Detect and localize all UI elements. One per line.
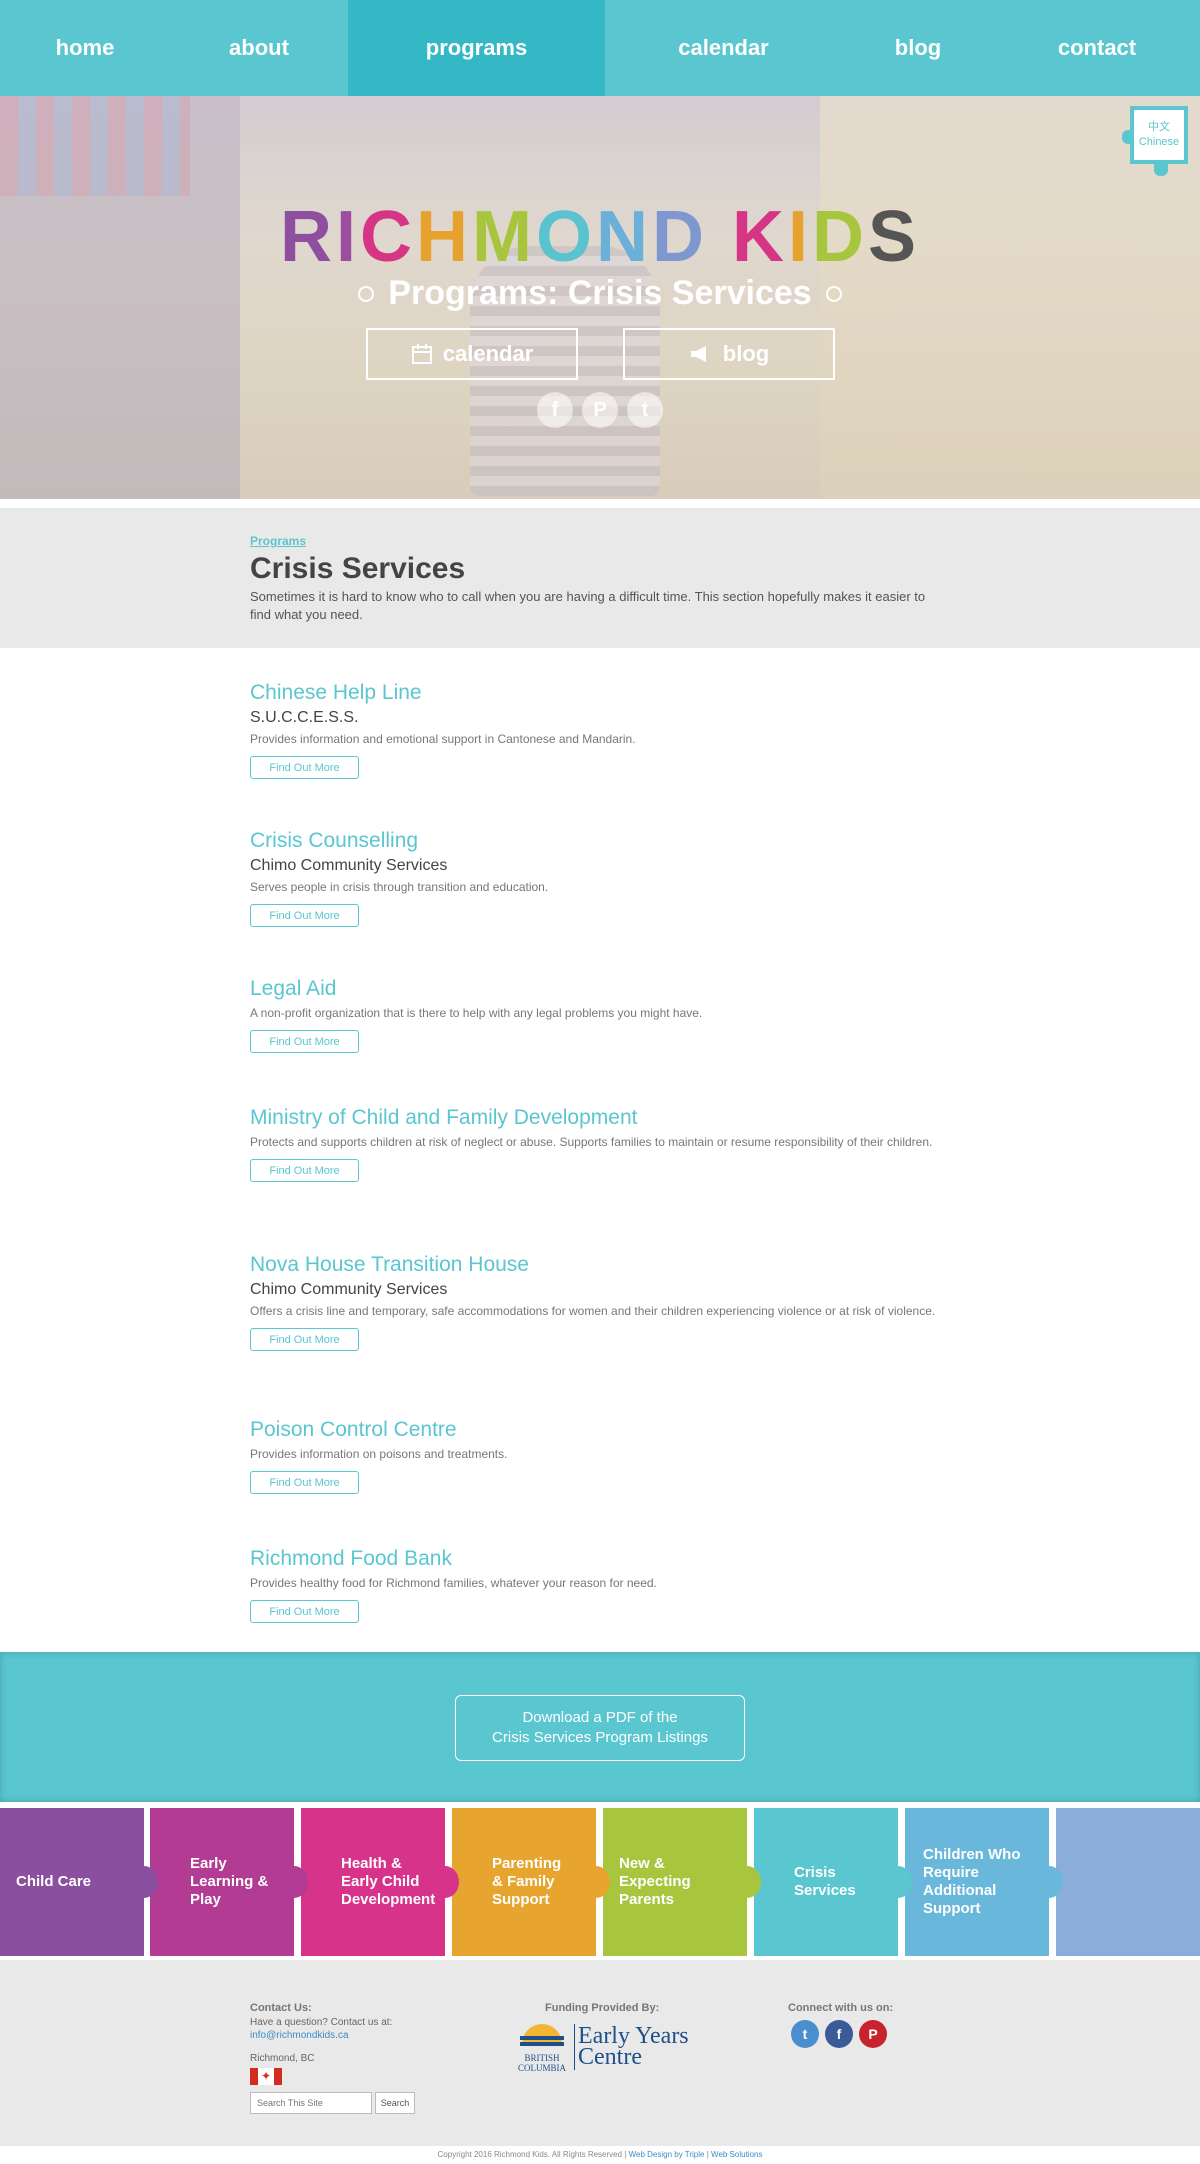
listing-name: Ministry of Child and Family Development bbox=[250, 1106, 638, 1129]
listing-name: Legal Aid bbox=[250, 977, 337, 1000]
download-pdf-button[interactable]: Download a PDF of the Crisis Services Pr… bbox=[455, 1695, 745, 1761]
program-category-tiles: Child Care Early Learning & Play Health … bbox=[0, 1808, 1200, 1956]
tile-early-learning-play[interactable]: Early Learning & Play bbox=[150, 1808, 308, 1956]
pinterest-icon[interactable]: P bbox=[859, 2020, 887, 2048]
find-out-more-button[interactable]: Find Out More bbox=[250, 1471, 359, 1494]
facebook-icon[interactable]: f bbox=[825, 2020, 853, 2048]
tile-health-early-child-development[interactable]: Health & Early Child Development bbox=[301, 1808, 459, 1956]
contact-email-link[interactable]: info@richmondkids.ca bbox=[250, 2030, 349, 2041]
nav-blog[interactable]: blog bbox=[842, 0, 994, 96]
megaphone-icon bbox=[690, 346, 706, 362]
copyright: Copyright 2016 Richmond Kids. All Rights… bbox=[437, 2150, 763, 2159]
listing-description: A non-profit organization that is there … bbox=[250, 1006, 703, 1020]
breadcrumb-programs[interactable]: Programs bbox=[250, 534, 306, 548]
puzzle-nub-icon bbox=[733, 1866, 761, 1898]
find-out-more-button[interactable]: Find Out More bbox=[250, 1600, 359, 1623]
tile-new-expecting-parents[interactable]: New & Expecting Parents bbox=[603, 1808, 761, 1956]
listing-organization: Chimo Community Services bbox=[250, 857, 448, 874]
tile-parenting-family-support[interactable]: Parenting & Family Support bbox=[452, 1808, 610, 1956]
listing-description: Offers a crisis line and temporary, safe… bbox=[250, 1304, 936, 1318]
language-toggle[interactable]: 中文 Chinese bbox=[1122, 106, 1188, 176]
listing-item: Chinese Help Line S.U.C.C.E.S.S. Provide… bbox=[250, 680, 940, 779]
find-out-more-button[interactable]: Find Out More bbox=[250, 904, 359, 927]
tile-children-additional-support[interactable]: Children Who Require Additional Support bbox=[905, 1808, 1063, 1956]
tile-crisis-services[interactable]: Crisis Services bbox=[754, 1808, 912, 1956]
contact-heading: Contact Us: bbox=[250, 2002, 312, 2014]
puzzle-nub-icon bbox=[280, 1866, 308, 1898]
find-out-more-button[interactable]: Find Out More bbox=[250, 756, 359, 779]
connect-heading: Connect with us on: bbox=[788, 2002, 894, 2014]
hero-subtitle: Programs: Crisis Services bbox=[0, 274, 1200, 313]
location-text: Richmond, BC bbox=[250, 2053, 315, 2064]
footer: Contact Us: Have a question? Contact us … bbox=[0, 1960, 1200, 2146]
british-columbia-logo[interactable]: BRITISH COLUMBIA bbox=[512, 2018, 572, 2073]
hero-blog-button[interactable]: blog bbox=[623, 328, 835, 380]
pdf-download-band: Download a PDF of the Crisis Services Pr… bbox=[0, 1652, 1200, 1802]
twitter-icon[interactable]: t bbox=[791, 2020, 819, 2048]
listing-item: Crisis Counselling Chimo Community Servi… bbox=[250, 828, 940, 927]
listing-name: Poison Control Centre bbox=[250, 1418, 457, 1441]
intro-text: Sometimes it is hard to know who to call… bbox=[250, 589, 926, 622]
brand-logo: RICHMOND KIDS bbox=[279, 197, 921, 277]
listing-item: Legal Aid A non-profit organization that… bbox=[250, 976, 940, 1053]
listing-organization: S.U.C.C.E.S.S. bbox=[250, 709, 359, 726]
listing-organization: Chimo Community Services bbox=[250, 1281, 448, 1298]
nav-programs[interactable]: programs bbox=[348, 0, 605, 96]
intro-section: Programs Crisis Services Sometimes it is… bbox=[0, 508, 1200, 648]
nav-home[interactable]: home bbox=[0, 0, 170, 96]
site-search-input[interactable] bbox=[250, 2092, 372, 2114]
listing-item: Richmond Food Bank Provides healthy food… bbox=[250, 1546, 940, 1623]
hero-calendar-button[interactable]: calendar bbox=[366, 328, 578, 380]
find-out-more-button[interactable]: Find Out More bbox=[250, 1030, 359, 1053]
canada-flag-icon: ✦ bbox=[250, 2068, 282, 2085]
puzzle-nub-icon bbox=[884, 1866, 912, 1898]
main-nav: home about programs calendar blog contac… bbox=[0, 0, 1200, 96]
nav-about[interactable]: about bbox=[170, 0, 348, 96]
find-out-more-button[interactable]: Find Out More bbox=[250, 1328, 359, 1351]
listing-name: Richmond Food Bank bbox=[250, 1547, 452, 1570]
credit-link[interactable]: Web Design by Triple bbox=[629, 2150, 705, 2159]
calendar-icon bbox=[411, 344, 432, 364]
tile-child-care[interactable]: Child Care bbox=[0, 1808, 158, 1956]
listing-description: Provides information and emotional suppo… bbox=[250, 732, 636, 746]
puzzle-nub-icon bbox=[1154, 164, 1168, 176]
puzzle-nub-icon bbox=[130, 1866, 158, 1898]
listing-description: Protects and supports children at risk o… bbox=[250, 1135, 933, 1149]
listing-description: Provides healthy food for Richmond famil… bbox=[250, 1576, 657, 1590]
facebook-icon[interactable]: f bbox=[537, 392, 573, 428]
circle-icon bbox=[825, 285, 842, 302]
tile-blank bbox=[1056, 1808, 1200, 1956]
credit-link[interactable]: Web Solutions bbox=[711, 2150, 762, 2159]
page-title: Crisis Services bbox=[250, 552, 466, 585]
circle-icon bbox=[358, 285, 375, 302]
early-years-centre-logo[interactable]: Early Years Centre bbox=[578, 2024, 698, 2069]
hero-banner: RICHMOND KIDS Programs: Crisis Services … bbox=[0, 96, 1200, 499]
pinterest-icon[interactable]: P bbox=[582, 392, 618, 428]
puzzle-nub-icon bbox=[1122, 130, 1134, 144]
listing-description: Provides information on poisons and trea… bbox=[250, 1447, 508, 1461]
contact-text: Have a question? Contact us at: bbox=[250, 2017, 393, 2028]
listing-description: Serves people in crisis through transiti… bbox=[250, 880, 549, 894]
listing-name: Nova House Transition House bbox=[250, 1253, 529, 1276]
puzzle-nub-icon bbox=[431, 1866, 459, 1898]
twitter-icon[interactable]: t bbox=[627, 392, 663, 428]
listing-item: Nova House Transition House Chimo Commun… bbox=[250, 1252, 940, 1351]
puzzle-nub-icon bbox=[582, 1866, 610, 1898]
puzzle-nub-icon bbox=[1035, 1866, 1063, 1898]
bc-sun-icon bbox=[520, 2024, 564, 2046]
funding-heading: Funding Provided By: bbox=[545, 2002, 660, 2014]
site-search-button[interactable]: Search bbox=[375, 2092, 415, 2114]
nav-contact[interactable]: contact bbox=[994, 0, 1200, 96]
listing-name: Crisis Counselling bbox=[250, 829, 419, 852]
listing-item: Poison Control Centre Provides informati… bbox=[250, 1417, 940, 1494]
find-out-more-button[interactable]: Find Out More bbox=[250, 1159, 359, 1182]
listing-item: Ministry of Child and Family Development… bbox=[250, 1105, 940, 1182]
nav-calendar[interactable]: calendar bbox=[605, 0, 842, 96]
listing-name: Chinese Help Line bbox=[250, 681, 422, 704]
